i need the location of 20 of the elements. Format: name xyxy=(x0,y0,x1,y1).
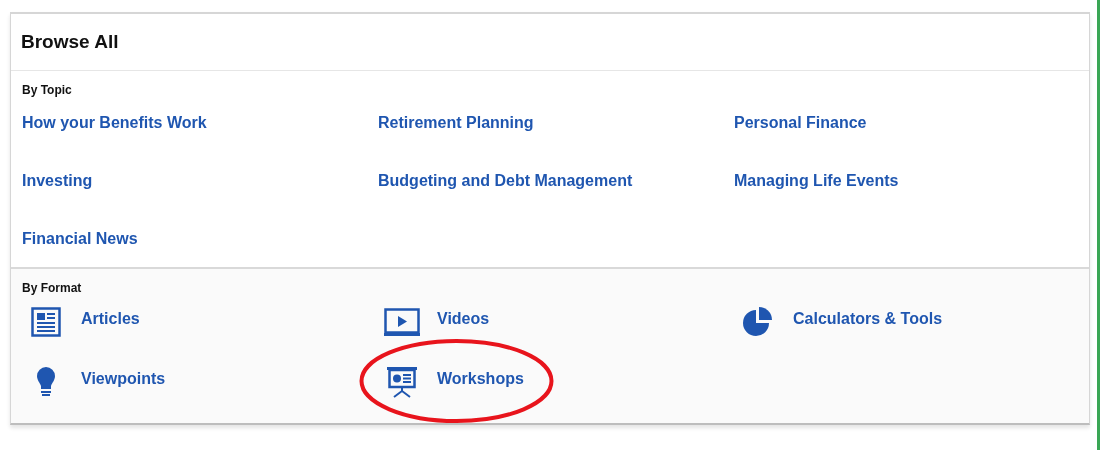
topic-link[interactable]: Budgeting and Debt Management xyxy=(378,171,633,191)
topic-link[interactable]: Investing xyxy=(22,171,93,191)
video-play-icon xyxy=(383,308,420,336)
article-icon xyxy=(30,307,61,337)
topic-link[interactable]: How your Benefits Work xyxy=(22,113,207,133)
format-link[interactable]: Viewpoints xyxy=(81,369,166,389)
pie-chart-icon xyxy=(740,305,775,339)
section-heading: By Topic xyxy=(22,82,73,99)
format-link[interactable]: Calculators & Tools xyxy=(793,309,943,329)
format-link[interactable]: Workshops xyxy=(437,369,524,389)
topic-link[interactable]: Personal Finance xyxy=(734,113,867,133)
presentation-board-icon xyxy=(385,366,418,398)
panel-title: Browse All xyxy=(21,29,119,54)
format-link[interactable]: Articles xyxy=(81,309,140,329)
topic-link[interactable]: Retirement Planning xyxy=(378,113,534,133)
lightbulb-icon xyxy=(35,366,56,398)
topic-link[interactable]: Managing Life Events xyxy=(734,171,899,191)
topic-link[interactable]: Financial News xyxy=(22,229,138,249)
section-heading: By Format xyxy=(22,280,83,297)
format-link[interactable]: Videos xyxy=(437,309,490,329)
